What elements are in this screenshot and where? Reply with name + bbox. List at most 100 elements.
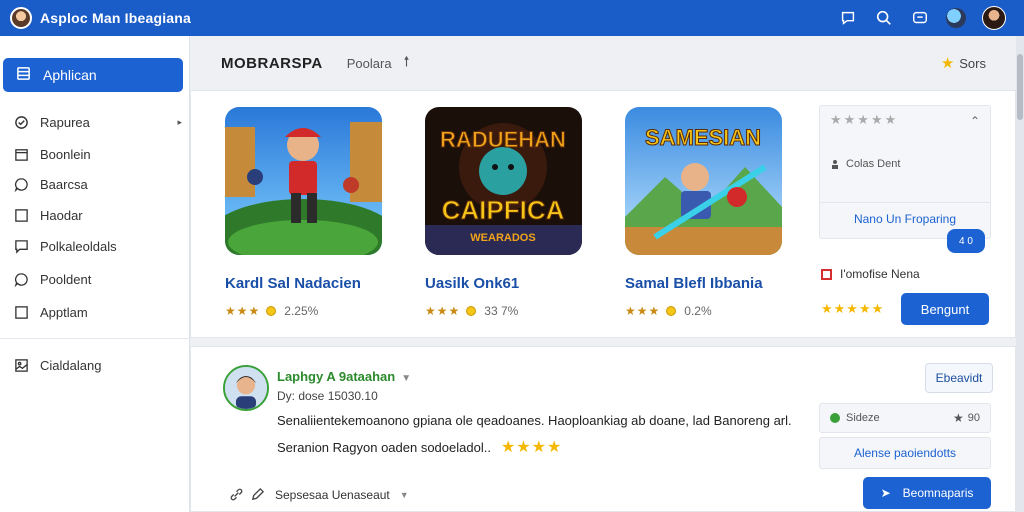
sidebar-item-apptlam[interactable]: Apptlam [14, 300, 182, 324]
user-icon [832, 160, 838, 169]
app-logo-avatar[interactable] [10, 7, 32, 29]
section-subtitle[interactable]: Poolara [347, 56, 392, 71]
games-card: Kardl Sal Nadacien ★★★ 2.25% RADUEHAN CA… [190, 90, 1016, 338]
game-thumbnail[interactable] [225, 107, 382, 255]
review-date: Dy: dose 15030.10 [277, 389, 378, 403]
flag-icon [821, 268, 832, 280]
reviewer-name-text: Laphgy A 9ataahan [277, 369, 396, 384]
sidebar-item-label: Rapurea [40, 114, 90, 130]
sidebar-item-polkaleoldals[interactable]: Polkaleoldals [14, 234, 182, 258]
search-icon[interactable] [874, 8, 894, 28]
like-count: 90 [967, 412, 980, 424]
sidebar-item-pooldent[interactable]: Pooldent [14, 267, 182, 291]
sidebar-item-primary[interactable]: Aphlican [3, 58, 183, 92]
status-dot-icon [830, 413, 840, 423]
chat-bubble-icon [14, 177, 28, 192]
star-icon: ★ [940, 55, 955, 72]
sidebar-item-boonlein[interactable]: Boonlein [14, 142, 182, 166]
chat-icon[interactable] [838, 8, 858, 28]
chevron-up-icon[interactable]: ⌃ [970, 114, 980, 128]
game-item[interactable]: RADUEHAN CAIPFICA WEARADOS Uasilk Onk61 … [425, 107, 595, 318]
chat-bubble-icon [14, 272, 28, 287]
check-circle-icon [15, 115, 28, 129]
section-title: MOBRARSPA [221, 54, 323, 72]
game-title[interactable]: Uasilk Onk61 [425, 275, 595, 292]
cta-button[interactable]: ➤ Beomnaparis [863, 477, 991, 509]
primary-button[interactable]: Bengunt [901, 293, 989, 325]
art-title: SAMESIAN [645, 125, 761, 150]
sidebar-item-label: Pooldent [40, 271, 92, 287]
reviewer-avatar[interactable] [223, 365, 269, 411]
sidebar-item-rapurea[interactable]: Rapurea ▸ [14, 110, 182, 134]
coin-icon [266, 306, 277, 316]
filter-panel: ★★★★★ ⌃ Colas Dent Nano Un Froparing [819, 105, 991, 239]
game-thumbnail[interactable]: RADUEHAN CAIPFICA WEARADOS [425, 107, 582, 255]
game-item[interactable]: SAMESIAN Samal Blefl Ibbania ★★★ 0.2% [625, 107, 795, 318]
calendar-icon [15, 148, 28, 161]
like-count-group: ★ 90 [953, 411, 980, 425]
sidebar-item-label: Baarcsa [40, 176, 88, 192]
panel-pill-button[interactable]: 4 0 [947, 229, 985, 253]
star-rating-icon: ★★★ [225, 304, 261, 318]
game-rating: ★★★ 33 7% [425, 304, 595, 318]
review-text-line: Seranion Ragyon oaden sodoeladol.. ★★★★ [277, 437, 562, 457]
sidebar-item-label: Cialdalang [40, 357, 102, 373]
arrow-up-icon[interactable]: 🠕 [404, 51, 410, 75]
panel-item[interactable]: Colas Dent [830, 158, 900, 170]
star-rating-icon: ★★★★ [500, 439, 563, 456]
user-avatar[interactable] [982, 6, 1006, 30]
sort-control[interactable]: ★ Sors [941, 54, 986, 72]
footer-label: Sepsesaa Uenaseaut [275, 487, 390, 502]
art-title: RADUEHAN [440, 127, 566, 152]
globe-avatar[interactable] [946, 8, 966, 28]
section-header: MOBRARSPA Poolara 🠕 ★ Sors [190, 36, 1016, 90]
gallery-icon [15, 358, 28, 372]
sidebar-item-cialdalang[interactable]: Cialdalang [14, 353, 182, 377]
list-icon [16, 66, 31, 84]
sidebar-item-label: Polkaleoldals [40, 238, 117, 254]
game-title[interactable]: Samal Blefl Ibbania [625, 275, 795, 292]
sidebar-item-baarcsa[interactable]: Baarcsa [14, 172, 182, 196]
app-title: Asploc Man Ibeagiana [40, 10, 192, 26]
like-row[interactable]: Sideze ★ 90 [819, 403, 991, 433]
secondary-link-button[interactable]: Alense paoiendotts [819, 437, 991, 469]
game-thumbnail[interactable]: SAMESIAN [625, 107, 782, 255]
square-icon [15, 208, 28, 222]
coin-icon [466, 306, 477, 316]
rating-text: 33 7% [484, 304, 519, 318]
like-label: Sideze [846, 412, 880, 424]
outline-button[interactable]: Ebeavidt [925, 363, 993, 393]
message-icon[interactable] [910, 8, 930, 28]
game-item[interactable]: Kardl Sal Nadacien ★★★ 2.25% [225, 107, 395, 318]
rating-text: 0.2% [684, 304, 712, 318]
review-card: Laphgy A 9ataahan ▼ Dy: dose 15030.10 Sen… [190, 346, 1016, 512]
sort-label: Sors [959, 55, 986, 71]
panel-item-label: Colas Dent [846, 158, 901, 170]
star-rating-icon[interactable]: ★★★★★ [830, 112, 898, 128]
report-row[interactable]: I'omofise Nena [821, 267, 920, 281]
top-actions [838, 6, 1014, 30]
chevron-down-icon[interactable]: ▼ [400, 490, 409, 500]
scrollbar-thumb[interactable] [1017, 54, 1023, 120]
chevron-right-icon: ▸ [177, 116, 182, 127]
cta-label: Beomnaparis [902, 486, 974, 500]
sidebar-item-haodar[interactable]: Haodar [14, 203, 182, 227]
star-rating-icon[interactable]: ★★★★★ [821, 301, 884, 317]
game-title[interactable]: Kardl Sal Nadacien [225, 275, 395, 292]
coin-icon [666, 306, 677, 316]
top-bar: Asploc Man Ibeagiana [0, 0, 1024, 36]
send-icon: ➤ [880, 486, 891, 500]
star-icon: ★ [952, 411, 964, 425]
panel-link[interactable]: Nano Un Froparing [820, 212, 990, 226]
review-text-line: Senaliientekemoanono gpiana ole qeadoane… [277, 413, 792, 428]
sidebar-item-label: Apptlam [40, 304, 88, 320]
star-rating-icon: ★★★ [625, 304, 661, 318]
review-text: Seranion Ragyon oaden sodoeladol.. [277, 439, 491, 455]
review-footer[interactable]: Sepsesaa Uenaseaut ▼ [229, 487, 409, 502]
panel-divider [820, 202, 990, 203]
sidebar: Aphlican Rapurea ▸ Boonlein Baarcsa Haod… [0, 36, 190, 512]
link-icon [230, 488, 243, 501]
reviewer-name[interactable]: Laphgy A 9ataahan ▼ [277, 369, 411, 384]
chevron-down-icon[interactable]: ▼ [401, 373, 411, 384]
art-subtitle: CAIPFICA [442, 195, 565, 225]
